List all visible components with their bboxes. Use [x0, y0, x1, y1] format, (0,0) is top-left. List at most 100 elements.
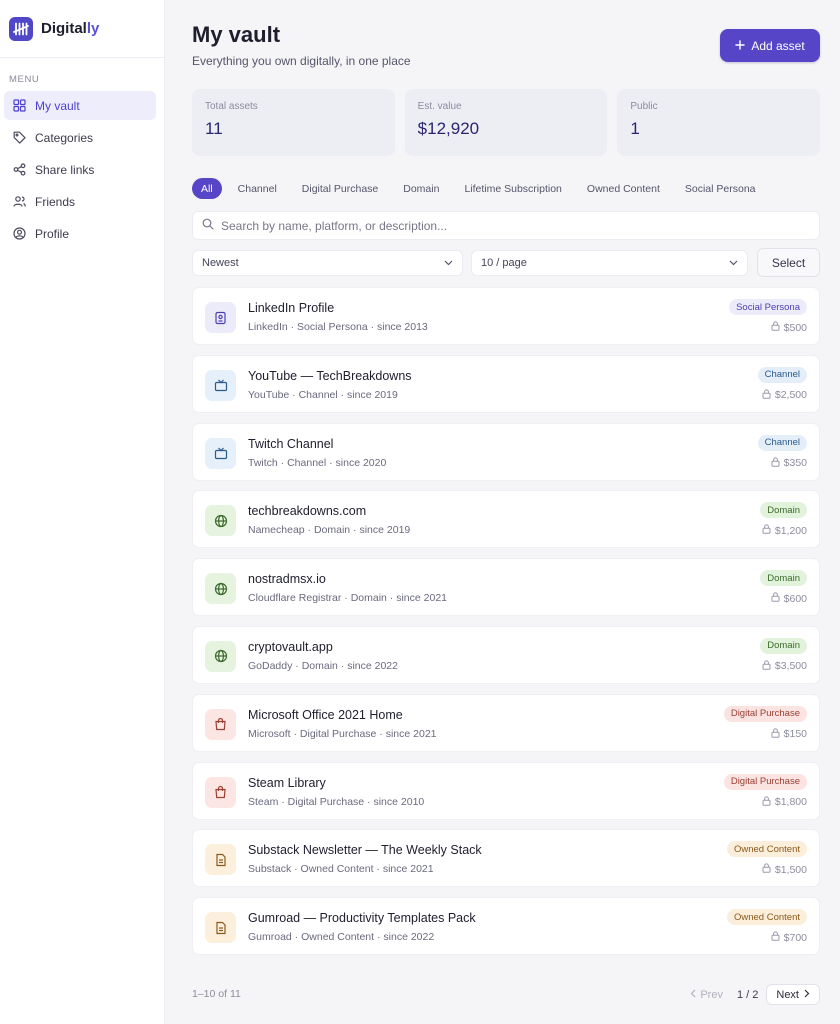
page-subtitle: Everything you own digitally, in one pla…: [192, 54, 411, 68]
asset-row[interactable]: nostradmsx.io Cloudflare Registrar · Dom…: [192, 558, 820, 617]
search-input[interactable]: [221, 218, 781, 233]
next-page-button[interactable]: Next: [766, 984, 820, 1005]
asset-price: $700: [771, 931, 807, 944]
asset-price: $1,800: [762, 795, 807, 809]
document-icon: [205, 844, 236, 876]
asset-price: $1,200: [762, 524, 807, 537]
sort-select[interactable]: Newest: [192, 250, 463, 276]
asset-row[interactable]: cryptovault.app GoDaddy · Domain · since…: [192, 625, 820, 684]
asset-name: Substack Newsletter — The Weekly Stack: [248, 843, 482, 858]
asset-price-value: $3,500: [774, 660, 807, 673]
filter-chip-all[interactable]: All: [192, 178, 222, 199]
asset-row[interactable]: Steam Library Steam · Digital Purchase ·…: [192, 761, 820, 820]
sidebar: Digitally MENU My vault Categories Share…: [0, 0, 165, 1024]
asset-row[interactable]: Substack Newsletter — The Weekly Stack S…: [192, 829, 820, 888]
category-badge: Channel: [757, 366, 807, 383]
filter-chip-digital-purchase[interactable]: Digital Purchase: [293, 178, 387, 199]
sidebar-item-share-links[interactable]: Share links: [4, 155, 156, 184]
stat-label: Total assets: [205, 101, 258, 112]
main-content: My vault Everything you own digitally, i…: [165, 0, 840, 1024]
stat-value: 11: [205, 119, 223, 138]
asset-name: Gumroad — Productivity Templates Pack: [248, 911, 476, 926]
asset-price: $500: [771, 321, 807, 334]
stats-row: Total assets 11 Est. value $12,920 Publi…: [192, 89, 821, 156]
asset-price-value: $500: [783, 321, 807, 334]
asset-price-value: $700: [783, 931, 807, 944]
filter-chip-social-persona[interactable]: Social Persona: [676, 178, 765, 199]
lock-icon: [762, 660, 771, 673]
asset-name: techbreakdowns.com: [248, 504, 367, 519]
search-bar[interactable]: [192, 211, 820, 240]
stat-card-public: Public 1: [617, 89, 821, 156]
chevron-down-icon: [444, 257, 453, 269]
add-asset-button[interactable]: Add asset: [720, 29, 820, 62]
user-circle-icon: [12, 227, 26, 241]
asset-price-value: $1,800: [774, 796, 807, 809]
users-icon: [12, 195, 26, 209]
asset-meta: YouTube · Channel · since 2019: [248, 388, 398, 401]
brand-name: Digitally: [41, 20, 99, 37]
asset-price-value: $350: [783, 457, 807, 470]
asset-row[interactable]: Microsoft Office 2021 Home Microsoft · D…: [192, 693, 820, 752]
asset-row[interactable]: YouTube — TechBreakdowns YouTube · Chann…: [192, 354, 820, 413]
filter-chip-owned-content[interactable]: Owned Content: [578, 178, 669, 199]
chevron-down-icon: [729, 257, 738, 269]
badge-id-icon: [205, 302, 236, 333]
category-badge: Owned Content: [726, 909, 807, 926]
chevron-left-icon: [690, 989, 696, 1001]
search-icon: [202, 217, 214, 235]
filter-chip-domain[interactable]: Domain: [394, 178, 448, 199]
page-size-select[interactable]: 10 / page: [471, 250, 748, 276]
next-label: Next: [776, 988, 799, 1001]
asset-row[interactable]: techbreakdowns.com Namecheap · Domain · …: [192, 490, 820, 549]
category-badge: Digital Purchase: [723, 773, 807, 790]
brand[interactable]: Digitally: [0, 0, 164, 58]
filter-chip-lifetime-subscription[interactable]: Lifetime Subscription: [455, 178, 570, 199]
sidebar-item-categories[interactable]: Categories: [4, 123, 156, 152]
category-badge: Domain: [760, 502, 807, 519]
category-badge: Channel: [757, 434, 807, 451]
asset-row[interactable]: Gumroad — Productivity Templates Pack Gu…: [192, 897, 820, 956]
asset-price: $1,500: [762, 863, 807, 876]
filter-chip-channel[interactable]: Channel: [229, 178, 286, 199]
asset-row[interactable]: Twitch Channel Twitch · Channel · since …: [192, 422, 820, 481]
asset-price: $3,500: [762, 660, 807, 673]
asset-meta: GoDaddy · Domain · since 2022: [248, 659, 398, 672]
asset-meta: Steam · Digital Purchase · since 2010: [248, 795, 425, 808]
stat-label: Est. value: [417, 101, 462, 112]
lock-icon: [771, 728, 780, 741]
asset-price-value: $2,500: [774, 389, 807, 402]
globe-icon: [205, 640, 236, 672]
sidebar-item-my-vault[interactable]: My vault: [4, 91, 156, 120]
sidebar-item-friends[interactable]: Friends: [4, 187, 156, 216]
category-badge: Domain: [760, 570, 807, 587]
category-badge: Digital Purchase: [723, 705, 807, 722]
select-mode-button[interactable]: Select: [757, 248, 820, 277]
brand-name-main: Digital: [41, 20, 87, 37]
stat-value: $12,920: [417, 119, 480, 138]
asset-name: nostradmsx.io: [248, 572, 326, 587]
asset-meta: Substack · Owned Content · since 2021: [248, 863, 434, 876]
category-badge: Social Persona: [729, 299, 807, 315]
grid-icon: [12, 99, 26, 113]
asset-meta: Namecheap · Domain · since 2019: [248, 524, 411, 537]
asset-price: $2,500: [762, 389, 807, 402]
asset-price-value: $150: [783, 728, 807, 741]
shopping-bag-icon: [205, 776, 236, 808]
asset-row[interactable]: LinkedIn Profile LinkedIn · Social Perso…: [192, 287, 820, 345]
lock-icon: [762, 524, 771, 537]
lock-icon: [762, 389, 771, 402]
category-badge: Domain: [760, 637, 807, 654]
asset-meta: Twitch · Channel · since 2020: [248, 456, 387, 469]
stat-card-est-value: Est. value $12,920: [404, 89, 608, 156]
lock-icon: [771, 931, 780, 944]
globe-icon: [205, 573, 236, 605]
asset-name: LinkedIn Profile: [248, 301, 335, 315]
page-size-value: 10 / page: [481, 257, 527, 269]
tv-icon: [205, 369, 236, 401]
list-controls: Newest 10 / page Select: [192, 248, 820, 277]
asset-name: YouTube — TechBreakdowns: [248, 368, 412, 383]
sidebar-item-profile[interactable]: Profile: [4, 219, 156, 248]
add-asset-label: Add asset: [751, 38, 805, 53]
prev-page-button[interactable]: Prev: [684, 984, 729, 1005]
